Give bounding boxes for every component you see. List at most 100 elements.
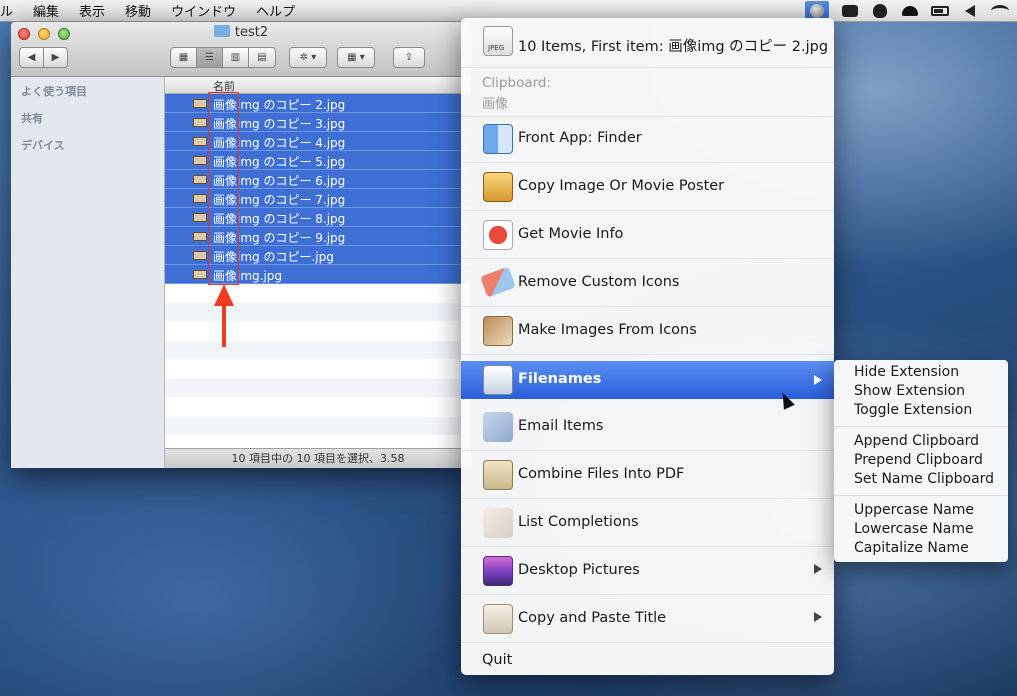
image-file-icon [193, 270, 207, 279]
icon-view-button[interactable]: ▦ [170, 47, 197, 68]
menu-go[interactable]: 移動 [115, 1, 161, 20]
menu-item-label: Get Movie Info [518, 226, 624, 242]
menu-item-list-completions[interactable]: List Completions [461, 500, 834, 547]
back-button[interactable]: ◀ [19, 47, 44, 68]
submenu-arrow-icon [814, 612, 822, 622]
menu-view[interactable]: 表示 [69, 1, 115, 20]
coverflow-view-button[interactable]: ▤ [248, 47, 276, 68]
window-title: test2 [11, 25, 471, 40]
submenu-capitalize-name[interactable]: Capitalize Name [854, 540, 969, 556]
menu-item-desktop-pictures[interactable]: Desktop Pictures [461, 548, 834, 595]
sidebar-shared[interactable]: 共有 [21, 110, 43, 126]
submenu-set-name-clipboard[interactable]: Set Name Clipboard [854, 471, 994, 487]
list-icon: ☰ [205, 52, 214, 63]
forward-button[interactable]: ▶ [43, 47, 68, 68]
empty-row [165, 417, 471, 436]
finder-window: test2 ◀ ▶ ▦ ☰ ▥ ▤ ✲ ▾ ▦ ▾ ⇪ よく使う項目 共有 デバ… [11, 22, 471, 468]
arrange-button[interactable]: ▦ ▾ [337, 47, 375, 68]
menu-item-copy-paste-title[interactable]: Copy and Paste Title [461, 596, 834, 643]
menu-item-front-app[interactable]: Front App: Finder [461, 116, 834, 163]
column-view-button[interactable]: ▥ [222, 47, 249, 68]
menu-item-label: Make Images From Icons [518, 322, 697, 338]
menu-item-quit[interactable]: Quit [461, 644, 834, 675]
submenu-separator [834, 426, 1008, 427]
menu-header-item[interactable]: 10 Items, First item: 画像img のコピー 2.jpg [461, 18, 834, 68]
hat-status-icon[interactable] [901, 3, 919, 19]
menu-app[interactable]: ル [0, 1, 23, 20]
annotation-arrow-icon [222, 305, 226, 347]
finder-toolbar: test2 ◀ ▶ ▦ ☰ ▥ ▤ ✲ ▾ ▦ ▾ ⇪ [11, 22, 471, 77]
window-title-text: test2 [234, 25, 269, 40]
email-icon [483, 412, 513, 442]
filenames-icon [483, 365, 513, 395]
sidebar-favorites[interactable]: よく使う項目 [21, 83, 87, 99]
image-maker-icon [483, 316, 513, 346]
coverflow-icon: ▤ [257, 52, 267, 63]
menu-help[interactable]: ヘルプ [246, 1, 305, 20]
submenu-hide-extension[interactable]: Hide Extension [854, 364, 959, 380]
empty-row [165, 284, 471, 303]
submenu-prepend-clipboard[interactable]: Prepend Clipboard [854, 452, 983, 468]
movie-icon [483, 220, 513, 250]
empty-row [165, 379, 471, 398]
annotation-highlight-box [208, 92, 239, 285]
menu-item-filenames[interactable]: Filenames [461, 361, 834, 399]
menu-item-get-movie-info[interactable]: Get Movie Info [461, 212, 834, 259]
menu-item-label: Email Items [518, 418, 604, 434]
list-view-button[interactable]: ☰ [196, 47, 223, 68]
submenu-lowercase-name[interactable]: Lowercase Name [854, 521, 974, 537]
submenu-append-clipboard[interactable]: Append Clipboard [854, 433, 979, 449]
menu-item-combine-pdf[interactable]: Combine Files Into PDF [461, 452, 834, 499]
submenu-show-extension[interactable]: Show Extension [854, 383, 965, 399]
image-file-icon [193, 175, 207, 184]
back-arrow-icon: ◀ [27, 52, 36, 63]
menu-edit[interactable]: 編集 [23, 1, 69, 20]
share-button[interactable]: ⇪ [393, 47, 425, 68]
menu-item-remove-custom-icons[interactable]: Remove Custom Icons [461, 260, 834, 307]
pdf-icon [483, 460, 513, 490]
annotation-arrow-head [214, 284, 234, 306]
menu-window[interactable]: ウインドウ [161, 1, 246, 20]
grid-icon: ▦ [178, 52, 189, 63]
menu-item-email-items[interactable]: Email Items [461, 404, 834, 451]
list-icon [483, 508, 513, 538]
empty-row [165, 360, 471, 379]
image-file-icon [193, 137, 207, 146]
clipboard-label: Clipboard: [482, 75, 552, 91]
image-file-icon [193, 232, 207, 241]
submenu-uppercase-name[interactable]: Uppercase Name [854, 502, 974, 518]
sidebar-devices[interactable]: デバイス [21, 137, 65, 153]
paste-title-icon [483, 604, 513, 634]
menu-item-label: Quit [482, 652, 513, 668]
menu-item-label: Desktop Pictures [518, 562, 640, 578]
filenames-submenu: Hide Extension Show Extension Toggle Ext… [834, 360, 1008, 562]
wifi-icon[interactable] [991, 3, 1009, 19]
empty-row [165, 303, 471, 322]
image-file-icon [193, 156, 207, 165]
volume-icon[interactable] [961, 3, 979, 19]
submenu-toggle-extension[interactable]: Toggle Extension [854, 402, 972, 418]
action-button[interactable]: ✲ ▾ [289, 47, 327, 68]
forward-arrow-icon: ▶ [51, 52, 60, 63]
menu-item-make-images[interactable]: Make Images From Icons [461, 308, 834, 355]
clipboard-icon [483, 172, 513, 202]
context-menu: 10 Items, First item: 画像img のコピー 2.jpg C… [461, 18, 834, 675]
clipboard-value: 画像 [482, 97, 509, 112]
menu-item-label: Combine Files Into PDF [518, 466, 685, 482]
image-file-icon [193, 118, 207, 127]
battery-icon[interactable] [931, 3, 949, 19]
empty-row [165, 341, 471, 360]
menu-item-copy-image[interactable]: Copy Image Or Movie Poster [461, 164, 834, 211]
finder-icon [483, 124, 513, 154]
finder-status-bar: 10 項目中の 10 項目を選択、3.58 [165, 448, 471, 468]
image-file-icon [193, 213, 207, 222]
status-items [805, 0, 1009, 22]
empty-row [165, 322, 471, 341]
camera-status-icon[interactable] [841, 3, 859, 19]
columns-icon: ▥ [230, 52, 241, 63]
menu-item-label: Front App: Finder [518, 130, 642, 146]
eraser-icon [480, 266, 516, 298]
paw-status-icon[interactable] [871, 3, 889, 19]
clipboard-info: Clipboard: 画像 [461, 68, 834, 117]
image-file-icon [193, 251, 207, 260]
